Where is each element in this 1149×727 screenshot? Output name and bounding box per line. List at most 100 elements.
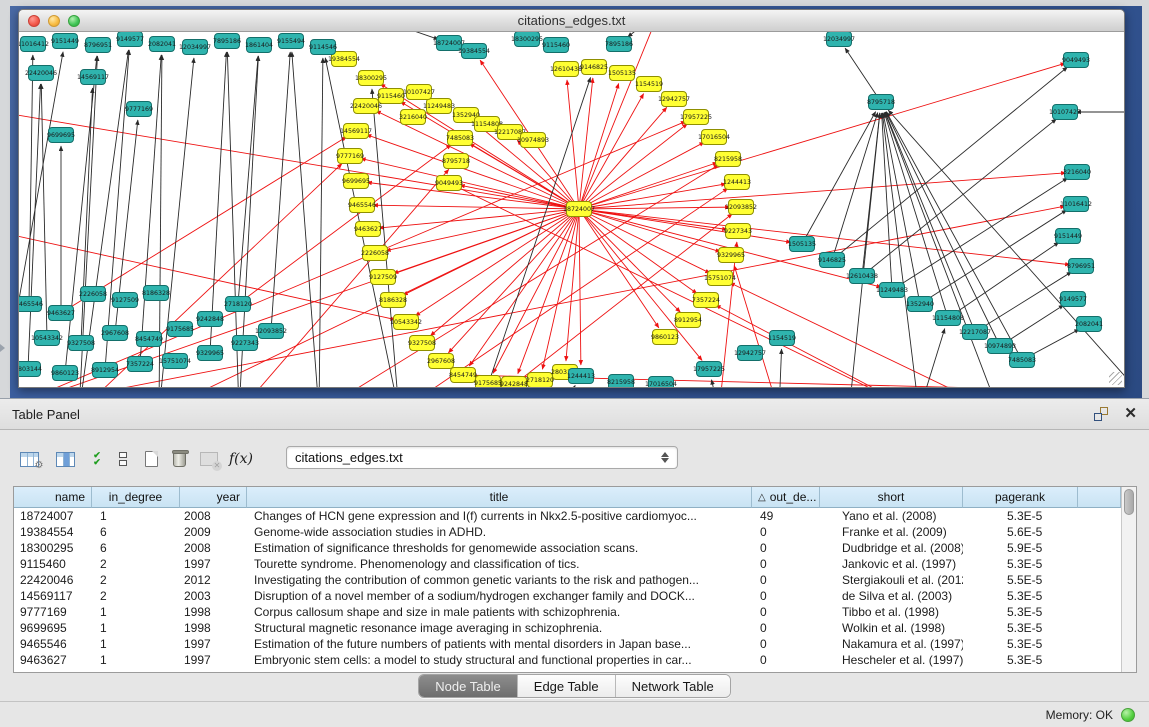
citation-graph[interactable]: 1872400719384554183002959115460224200461…: [19, 32, 1124, 387]
graph-node[interactable]: 22420046: [350, 99, 382, 114]
citation-edge[interactable]: [628, 32, 659, 37]
graph-node[interactable]: 11016412: [1060, 197, 1092, 212]
table-selector-dropdown[interactable]: citations_edges.txt: [286, 446, 678, 469]
cell-year[interactable]: 2008: [180, 540, 247, 556]
cell-year[interactable]: 1998: [180, 620, 247, 636]
cell-title[interactable]: Changes of HCN gene expression and I(f) …: [247, 508, 752, 524]
cell-year[interactable]: 1997: [180, 652, 247, 668]
citation-edge[interactable]: [845, 48, 881, 102]
graph-node[interactable]: 2967608: [101, 326, 129, 341]
graph-node[interactable]: 9115460: [542, 38, 570, 53]
citation-edge-red[interactable]: [579, 209, 581, 365]
cell-out_degree[interactable]: 0: [752, 524, 820, 540]
graph-node[interactable]: 7895186: [605, 37, 633, 52]
cell-out_degree[interactable]: 0: [752, 636, 820, 652]
citation-edge-red[interactable]: [379, 209, 579, 228]
graph-node[interactable]: 9175685: [474, 376, 502, 388]
citation-edge-red[interactable]: [361, 158, 579, 209]
graph-node[interactable]: 17957225: [680, 110, 712, 125]
graph-node[interactable]: 12093852: [725, 200, 757, 215]
delete-column-icon[interactable]: [166, 445, 192, 473]
graph-node[interactable]: 1154519: [768, 331, 796, 346]
cell-out_degree[interactable]: 0: [752, 620, 820, 636]
citation-edge-red[interactable]: [579, 173, 1066, 209]
graph-node[interactable]: 15751074: [704, 271, 736, 286]
citation-edge[interactable]: [319, 58, 323, 387]
scrollbar-thumb[interactable]: [1124, 489, 1134, 515]
close-panel-icon[interactable]: ✕: [1124, 407, 1137, 421]
graph-node[interactable]: 1505135: [788, 237, 816, 252]
graph-node[interactable]: 9149577: [1059, 292, 1087, 307]
citation-edge[interactable]: [882, 113, 892, 290]
citation-edge-red[interactable]: [566, 209, 579, 361]
citation-edge-red[interactable]: [579, 83, 619, 209]
cell-year[interactable]: 2008: [180, 508, 247, 524]
cell-title[interactable]: Embryonic stem cells: a model to study s…: [247, 652, 752, 668]
citation-edge[interactable]: [65, 56, 97, 373]
tab-network-table[interactable]: Network Table: [616, 675, 730, 697]
graph-node[interactable]: 7357224: [126, 357, 154, 372]
graph-node[interactable]: 1154519: [635, 77, 663, 92]
cell-year[interactable]: 2012: [180, 572, 247, 588]
citation-edge-red[interactable]: [469, 209, 579, 366]
close-window-button[interactable]: [28, 15, 40, 27]
zoom-window-button[interactable]: [68, 15, 80, 27]
cell-title[interactable]: Genome-wide association studies in ADHD.: [247, 524, 752, 540]
table-row[interactable]: 1456911722003Disruption of a novel membe…: [14, 588, 1121, 604]
citation-edge-red[interactable]: [579, 107, 667, 209]
cell-in_degree[interactable]: 2: [92, 588, 180, 604]
graph-node[interactable]: 15751074: [159, 354, 191, 369]
graph-node[interactable]: 14569117: [340, 124, 372, 139]
cell-pagerank[interactable]: 5.3E-5: [963, 588, 1078, 604]
graph-node[interactable]: 9149577: [116, 32, 144, 47]
citation-edge[interactable]: [711, 380, 719, 387]
new-column-icon[interactable]: [138, 445, 164, 473]
citation-edge-red[interactable]: [448, 209, 579, 353]
citation-edge-red[interactable]: [380, 84, 579, 209]
graph-node[interactable]: 2967608: [427, 354, 455, 369]
graph-node[interactable]: 17957225: [693, 362, 725, 377]
citation-edge-red[interactable]: [567, 80, 579, 209]
row-height-icon[interactable]: [110, 445, 136, 473]
show-columns-icon[interactable]: [52, 445, 78, 473]
graph-node[interactable]: 10543342: [31, 331, 63, 346]
cell-year[interactable]: 2009: [180, 524, 247, 540]
citation-edge-red[interactable]: [579, 162, 718, 209]
citation-edge-red[interactable]: [239, 169, 449, 387]
graph-node[interactable]: 3216040: [1063, 165, 1091, 180]
graph-node[interactable]: 11249483: [876, 283, 908, 298]
cell-name[interactable]: 9115460: [14, 556, 92, 572]
table-options-icon[interactable]: ⚙: [16, 445, 42, 473]
function-builder-icon[interactable]: f(x): [228, 445, 254, 473]
citation-edge[interactable]: [105, 50, 129, 370]
cell-year[interactable]: 1997: [180, 556, 247, 572]
citation-edge-red[interactable]: [19, 232, 395, 320]
cell-pagerank[interactable]: 5.3E-5: [963, 604, 1078, 620]
graph-node[interactable]: 17016504: [698, 130, 730, 145]
graph-node[interactable]: 8795718: [867, 95, 895, 110]
citation-edge[interactable]: [559, 385, 575, 387]
minimize-window-button[interactable]: [48, 15, 60, 27]
graph-node[interactable]: 1861404: [245, 38, 273, 53]
graph-node[interactable]: 19384554: [458, 44, 490, 59]
cell-out_degree[interactable]: 0: [752, 652, 820, 668]
cell-title[interactable]: Disruption of a novel member of a sodium…: [247, 588, 752, 604]
cell-short[interactable]: Hescheler et al. (1997): [820, 652, 963, 668]
citation-edge-red[interactable]: [367, 182, 579, 209]
cell-short[interactable]: Stergiakouli et al. (2012): [820, 572, 963, 588]
column-header-in_degree[interactable]: in_degree: [92, 487, 180, 508]
window-resize-grip[interactable]: [1109, 372, 1122, 385]
cell-name[interactable]: 22420046: [14, 572, 92, 588]
cell-in_degree[interactable]: 1: [92, 652, 180, 668]
graph-node[interactable]: 10974893: [517, 133, 549, 148]
citation-edge[interactable]: [832, 113, 878, 260]
cell-title[interactable]: Estimation of significance thresholds fo…: [247, 540, 752, 556]
graph-node[interactable]: 8796951: [1067, 259, 1095, 274]
graph-node[interactable]: 3216040: [399, 110, 427, 125]
graph-node[interactable]: 9115460: [377, 89, 405, 104]
cell-year[interactable]: 1997: [180, 636, 247, 652]
graph-node[interactable]: 2226058: [361, 246, 389, 261]
cell-name[interactable]: 9699695: [14, 620, 92, 636]
cell-in_degree[interactable]: 2: [92, 556, 180, 572]
citation-edge[interactable]: [271, 52, 290, 331]
